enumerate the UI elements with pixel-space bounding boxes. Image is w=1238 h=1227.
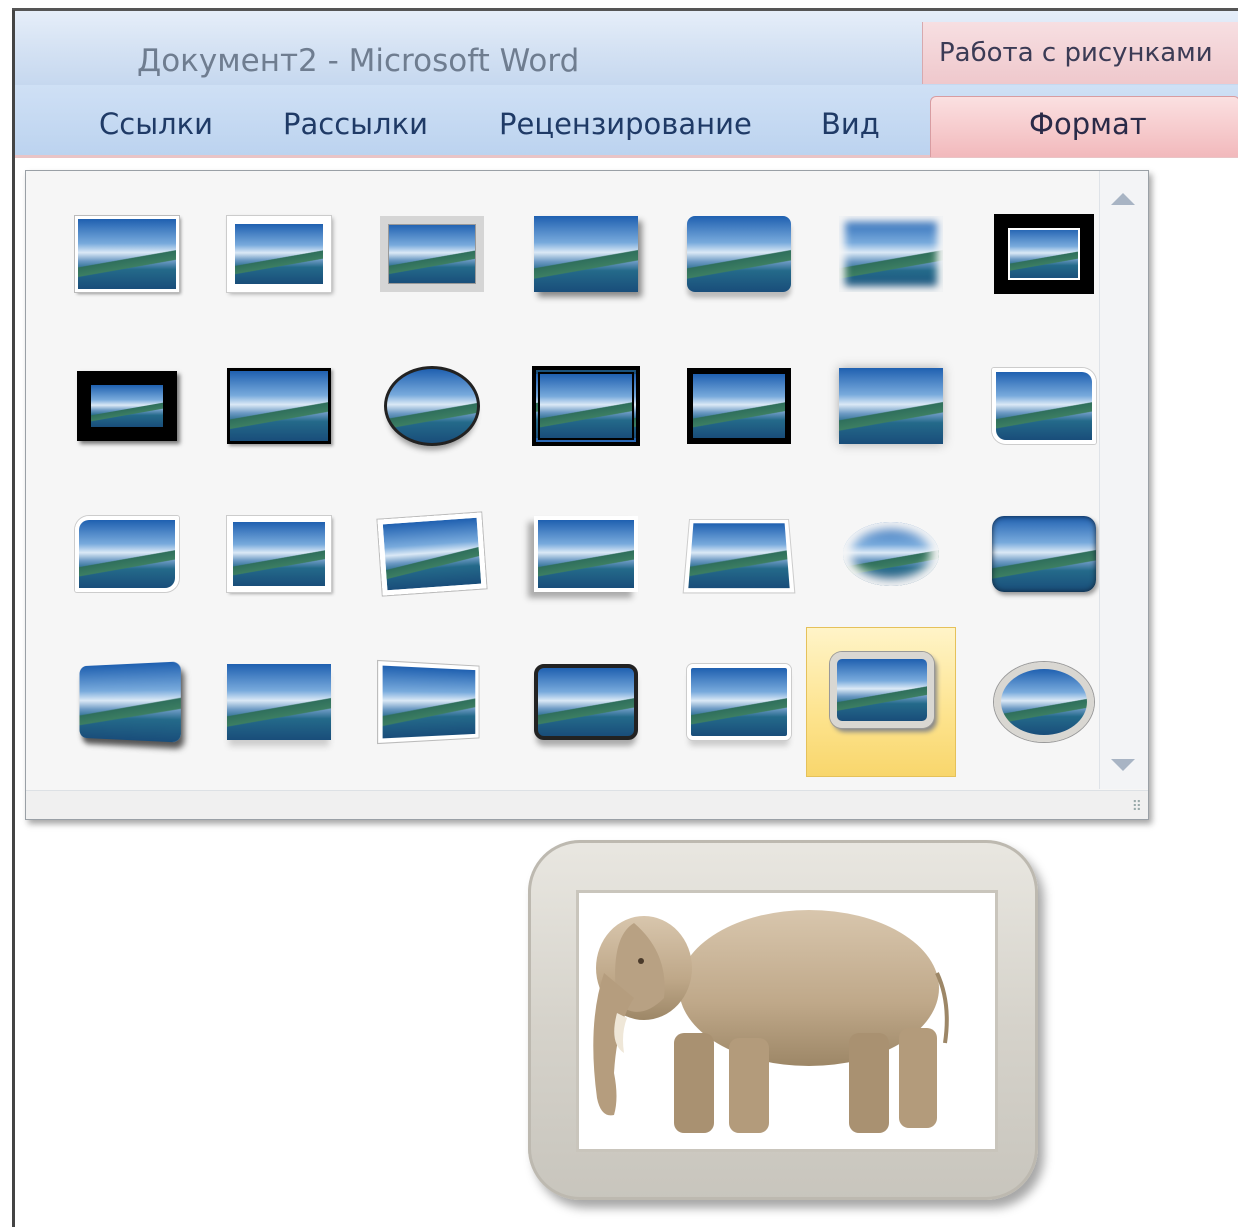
- gallery-item-perspective-shadow-white[interactable]: [511, 487, 661, 637]
- landscape-thumbnail-icon: [77, 371, 177, 441]
- landscape-thumbnail-icon: [534, 664, 638, 740]
- landscape-thumbnail-icon: [534, 368, 638, 444]
- tab-format[interactable]: Формат: [930, 96, 1238, 157]
- landscape-thumbnail-icon: [380, 216, 484, 292]
- landscape-thumbnail-icon: [687, 664, 791, 740]
- landscape-thumbnail-icon: [839, 368, 943, 444]
- gallery-item-metal-frame[interactable]: [357, 187, 507, 337]
- landscape-thumbnail-icon: [687, 216, 791, 292]
- landscape-thumbnail-icon: [830, 652, 934, 728]
- contextual-tab-group: Работа с рисунками: [922, 22, 1238, 84]
- resize-grip-icon[interactable]: ⠿: [1132, 799, 1142, 815]
- document-picture[interactable]: [576, 890, 998, 1152]
- landscape-thumbnail-icon: [843, 522, 939, 586]
- landscape-thumbnail-icon: [227, 664, 331, 740]
- gallery-item-bevel-perspective-left-white[interactable]: [357, 635, 507, 785]
- scroll-up-arrow-icon[interactable]: [1111, 193, 1135, 205]
- gallery-item-rounded-diagonal-corner-white[interactable]: [969, 339, 1119, 489]
- gallery-item-beveled-oval-black[interactable]: [357, 339, 507, 489]
- gallery-item-reflected-bevel-white[interactable]: [204, 635, 354, 785]
- landscape-thumbnail-icon: [839, 216, 943, 292]
- landscape-thumbnail-icon: [994, 662, 1094, 742]
- gallery-item-rotated-white[interactable]: [357, 487, 507, 637]
- landscape-thumbnail-icon: [992, 516, 1096, 592]
- gallery-item-drop-shadow-rectangle[interactable]: [511, 187, 661, 337]
- gallery-item-reflected-bevel-white-2[interactable]: [664, 635, 814, 785]
- gallery-item-snip-diagonal-corner-white[interactable]: [52, 487, 202, 637]
- gallery-item-reflected-rounded-rectangle[interactable]: [664, 187, 814, 337]
- gallery-item-bevel-perspective[interactable]: [52, 635, 202, 785]
- gallery-footer: ⠿: [26, 790, 1148, 819]
- gallery-item-metal-rounded-rectangle[interactable]: [806, 627, 956, 777]
- window-title: Документ2 - Microsoft Word: [137, 43, 580, 79]
- gallery-item-double-frame-black[interactable]: [969, 187, 1119, 337]
- picture-styles-gallery: ⠿: [25, 170, 1149, 820]
- landscape-thumbnail-icon: [227, 216, 331, 292]
- gallery-item-soft-edge-rectangle[interactable]: [816, 187, 966, 337]
- gallery-item-moderate-frame-white[interactable]: [204, 487, 354, 637]
- landscape-thumbnail-icon: [227, 516, 331, 592]
- gallery-item-soft-edge-oval[interactable]: [816, 487, 966, 637]
- landscape-thumbnail-icon: [687, 368, 791, 444]
- gallery-item-center-shadow-rectangle[interactable]: [816, 339, 966, 489]
- landscape-thumbnail-icon: [75, 216, 179, 292]
- tab-references[interactable]: Ссылки: [99, 107, 213, 141]
- window-left-border: [12, 10, 15, 1227]
- landscape-thumbnail-icon: [994, 214, 1094, 294]
- elephant-image: [593, 910, 949, 1133]
- gallery-item-reflected-bevel-black[interactable]: [511, 635, 661, 785]
- tab-view[interactable]: Вид: [821, 107, 880, 141]
- landscape-thumbnail-icon: [992, 368, 1096, 444]
- document-picture-frame[interactable]: [528, 840, 1038, 1200]
- tab-mailings[interactable]: Рассылки: [283, 107, 428, 141]
- landscape-thumbnail-icon: [227, 368, 331, 444]
- gallery-item-simple-frame-white[interactable]: [52, 187, 202, 337]
- landscape-thumbnail-icon: [378, 661, 479, 743]
- landscape-thumbnail-icon: [377, 512, 487, 596]
- landscape-thumbnail-icon: [75, 516, 179, 592]
- gallery-item-beveled-matte-white[interactable]: [204, 187, 354, 337]
- gallery-item-relaxed-perspective-white[interactable]: [664, 487, 814, 637]
- contextual-tab-group-label: Работа с рисунками: [939, 38, 1213, 68]
- tab-format-label: Формат: [1029, 107, 1147, 141]
- landscape-thumbnail-icon: [79, 661, 181, 743]
- gallery-scrollbar[interactable]: [1099, 171, 1148, 789]
- scroll-down-arrow-icon[interactable]: [1111, 759, 1135, 771]
- gallery-item-simple-frame-black[interactable]: [204, 339, 354, 489]
- landscape-thumbnail-icon: [534, 216, 638, 292]
- gallery-item-compound-frame-black[interactable]: [511, 339, 661, 489]
- landscape-thumbnail-icon: [534, 516, 638, 592]
- tab-review[interactable]: Рецензирование: [499, 107, 752, 141]
- landscape-thumbnail-icon: [384, 366, 480, 446]
- gallery-item-moderate-frame-black[interactable]: [664, 339, 814, 489]
- gallery-item-thick-matte-black[interactable]: [52, 339, 202, 489]
- gallery-item-bevel-rectangle[interactable]: [969, 487, 1119, 637]
- gallery-item-metal-oval[interactable]: [969, 635, 1119, 785]
- landscape-thumbnail-icon: [683, 519, 795, 593]
